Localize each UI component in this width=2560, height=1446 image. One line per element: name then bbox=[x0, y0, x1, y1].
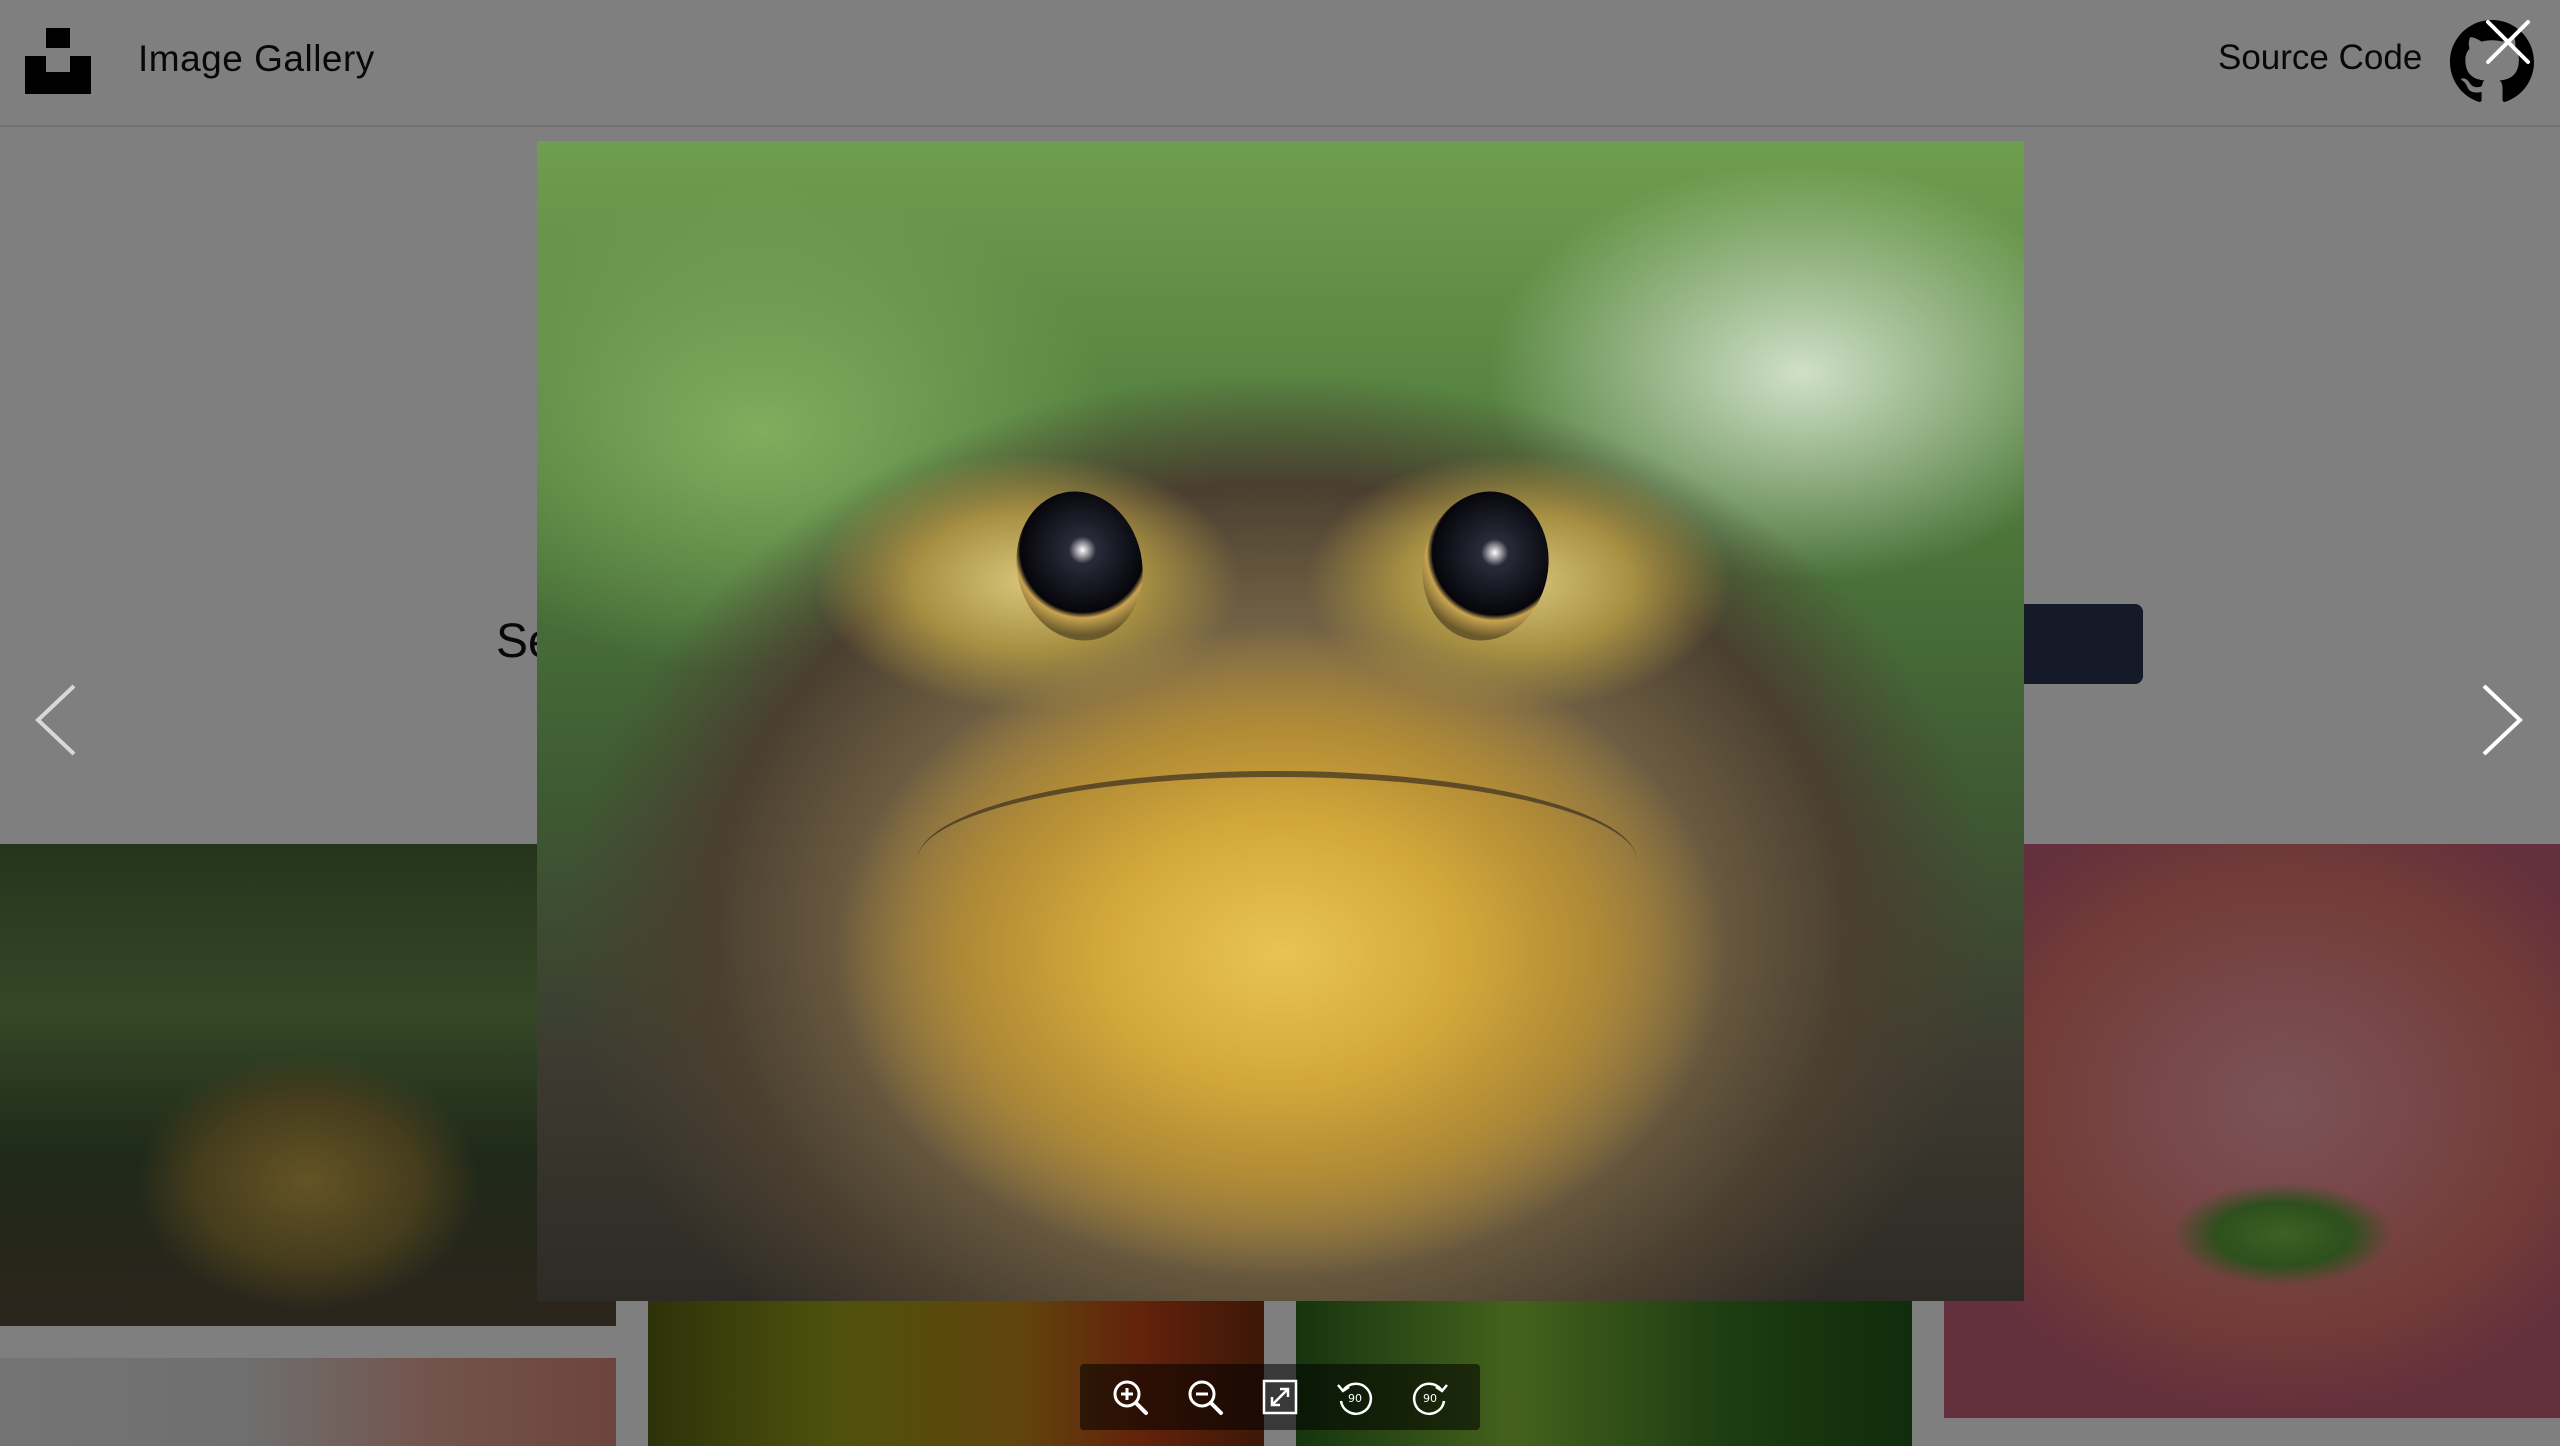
frog-mouth bbox=[917, 771, 1637, 861]
rotate-right-icon: 90 bbox=[1413, 1382, 1449, 1415]
frog-eye bbox=[1002, 479, 1157, 653]
close-icon[interactable] bbox=[2482, 16, 2534, 68]
lightbox-image[interactable] bbox=[537, 141, 2024, 1301]
rotate-left-button[interactable]: 90 bbox=[1333, 1375, 1377, 1419]
fullscreen-button[interactable] bbox=[1258, 1375, 1302, 1419]
image-toolbar: 90 90 bbox=[1080, 1364, 1480, 1430]
rotate-left-label: 90 bbox=[1348, 1392, 1362, 1405]
rotate-right-button[interactable]: 90 bbox=[1408, 1375, 1452, 1419]
zoom-in-icon bbox=[1113, 1380, 1148, 1415]
frog-eye bbox=[1408, 479, 1563, 653]
chevron-left-icon[interactable] bbox=[30, 682, 82, 758]
zoom-out-icon bbox=[1188, 1380, 1223, 1415]
zoom-in-button[interactable] bbox=[1108, 1375, 1152, 1419]
rotate-right-label: 90 bbox=[1423, 1392, 1437, 1405]
zoom-out-button[interactable] bbox=[1183, 1375, 1227, 1419]
chevron-right-icon[interactable] bbox=[2476, 682, 2528, 758]
expand-icon bbox=[1262, 1379, 1298, 1415]
rotate-left-icon: 90 bbox=[1337, 1382, 1373, 1415]
